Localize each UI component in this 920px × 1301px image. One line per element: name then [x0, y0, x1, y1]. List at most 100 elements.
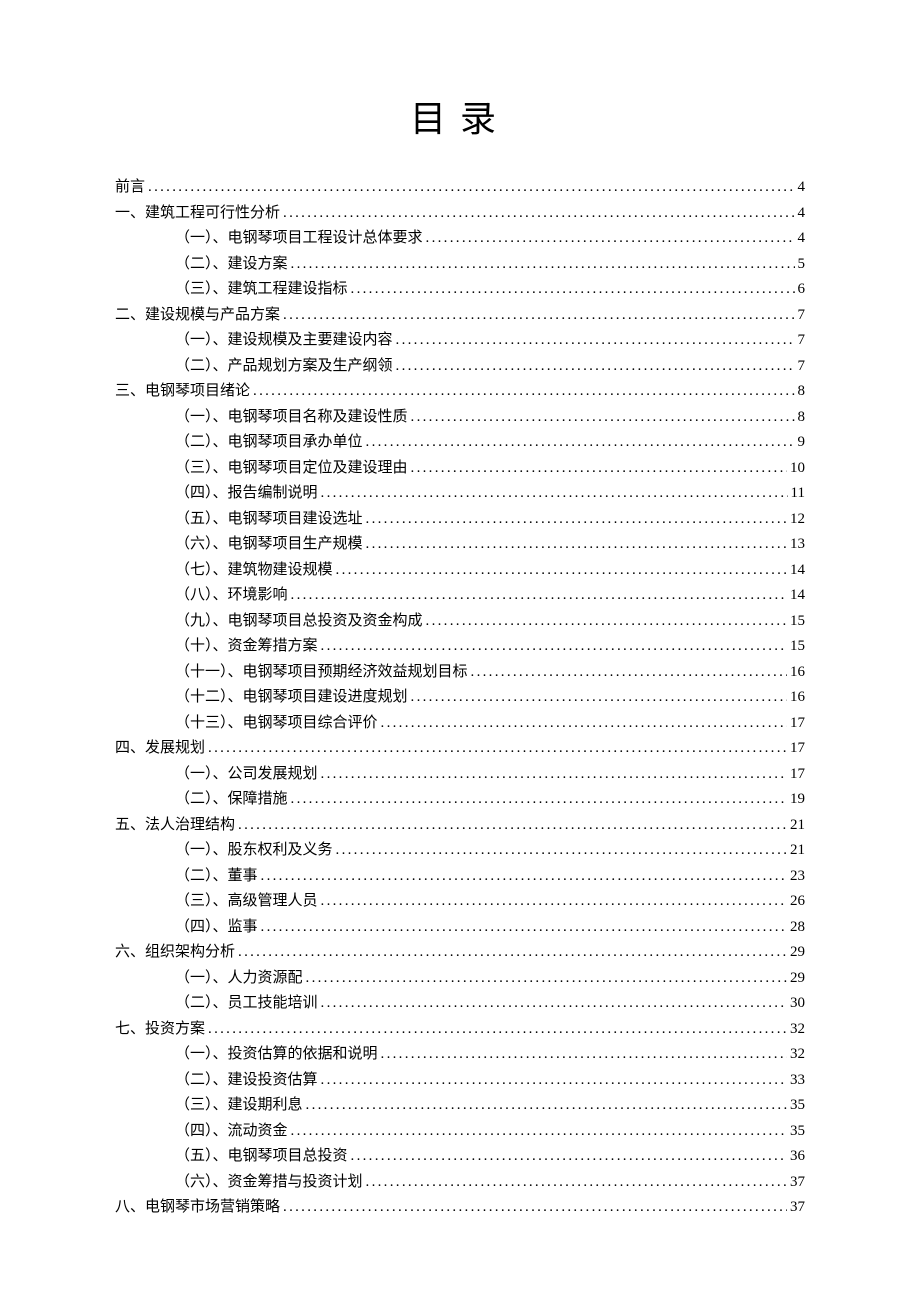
toc-entry: （六）、资金筹措与投资计划37 — [115, 1175, 805, 1190]
toc-entry-text: （四）、监事 — [175, 920, 258, 935]
toc-entry-text: 前言 — [115, 180, 145, 195]
toc-entry-page: 7 — [798, 308, 806, 323]
toc-entry: （二）、建设投资估算33 — [115, 1073, 805, 1088]
toc-leader-dots — [396, 333, 795, 348]
toc-entry: 四、发展规划17 — [115, 741, 805, 756]
toc-entry-page: 4 — [798, 231, 806, 246]
toc-entry-text: （三）、电钢琴项目定位及建设理由 — [175, 461, 408, 476]
toc-leader-dots — [148, 180, 794, 195]
toc-entry: 五、法人治理结构21 — [115, 818, 805, 833]
toc-entry-text: （十三）、电钢琴项目综合评价 — [175, 716, 378, 731]
toc-leader-dots — [321, 996, 787, 1011]
toc-entry-text: 四、发展规划 — [115, 741, 205, 756]
toc-leader-dots — [261, 869, 787, 884]
toc-leader-dots — [411, 690, 787, 705]
toc-leader-dots — [283, 206, 794, 221]
toc-leader-dots — [238, 818, 787, 833]
toc-entry-page: 12 — [790, 512, 805, 527]
toc-entry: （三）、建设期利息 35 — [115, 1098, 805, 1113]
toc-entry-text: 一、建筑工程可行性分析 — [115, 206, 280, 221]
toc-entry: （十）、资金筹措方案 15 — [115, 639, 805, 654]
toc-leader-dots — [238, 945, 787, 960]
page-title: 目录 — [115, 90, 805, 142]
toc-entry-page: 21 — [790, 818, 805, 833]
toc-entry-text: （十）、资金筹措方案 — [175, 639, 318, 654]
toc-entry-text: （一）、投资估算的依据和说明 — [175, 1047, 378, 1062]
toc-entry-text: （二）、产品规划方案及生产纲领 — [175, 359, 393, 374]
toc-entry-page: 26 — [790, 894, 805, 909]
toc-entry: 六、组织架构分析 29 — [115, 945, 805, 960]
toc-entry: （一）、电钢琴项目名称及建设性质 8 — [115, 410, 805, 425]
toc-entry-text: 六、组织架构分析 — [115, 945, 235, 960]
toc-entry-text: 三、电钢琴项目绪论 — [115, 384, 250, 399]
toc-entry-page: 4 — [798, 180, 806, 195]
toc-leader-dots — [208, 741, 787, 756]
toc-entry-page: 29 — [790, 945, 805, 960]
toc-entry: （四）、监事28 — [115, 920, 805, 935]
toc-entry-text: （一）、电钢琴项目工程设计总体要求 — [175, 231, 423, 246]
toc-entry-text: （一）、电钢琴项目名称及建设性质 — [175, 410, 408, 425]
toc-entry: 前言 4 — [115, 180, 805, 195]
toc-entry: （四）、流动资金35 — [115, 1124, 805, 1139]
toc-leader-dots — [253, 384, 794, 399]
toc-entry-text: （五）、电钢琴项目总投资 — [175, 1149, 348, 1164]
toc-entry-page: 11 — [791, 486, 805, 501]
toc-entry: （一）、投资估算的依据和说明32 — [115, 1047, 805, 1062]
toc-entry-text: （二）、建设方案 — [175, 257, 288, 272]
toc-entry: 三、电钢琴项目绪论8 — [115, 384, 805, 399]
toc-entry-text: （一）、公司发展规划 — [175, 767, 318, 782]
toc-leader-dots — [306, 971, 787, 986]
toc-entry: 八、电钢琴市场营销策略37 — [115, 1200, 805, 1215]
toc-entry-text: （三）、建筑工程建设指标 — [175, 282, 348, 297]
toc-entry-page: 13 — [790, 537, 805, 552]
toc-entry-text: （三）、建设期利息 — [175, 1098, 303, 1113]
toc-entry-page: 35 — [790, 1098, 805, 1113]
toc-leader-dots — [321, 767, 787, 782]
toc-entry-text: （十一）、电钢琴项目预期经济效益规划目标 — [175, 665, 468, 680]
toc-entry-page: 21 — [790, 843, 805, 858]
toc-entry: （三）、建筑工程建设指标6 — [115, 282, 805, 297]
toc-entry-text: （十二）、电钢琴项目建设进度规划 — [175, 690, 408, 705]
toc-leader-dots — [291, 588, 787, 603]
toc-entry: （一）、人力资源配29 — [115, 971, 805, 986]
toc-entry: （九）、电钢琴项目总投资及资金构成15 — [115, 614, 805, 629]
toc-entry-page: 7 — [798, 359, 806, 374]
toc-entry-page: 35 — [790, 1124, 805, 1139]
toc-leader-dots — [411, 410, 795, 425]
toc-entry-page: 5 — [798, 257, 806, 272]
toc-entry-page: 14 — [790, 563, 805, 578]
toc-entry: （二）、员工技能培训30 — [115, 996, 805, 1011]
toc-entry-page: 15 — [790, 639, 805, 654]
toc-entry-text: 七、投资方案 — [115, 1022, 205, 1037]
toc-entry-page: 36 — [790, 1149, 805, 1164]
toc-entry-page: 4 — [798, 206, 806, 221]
toc-entry: （十一）、电钢琴项目预期经济效益规划目标16 — [115, 665, 805, 680]
toc-entry-text: （一）、股东权利及义务 — [175, 843, 333, 858]
toc-entry-text: （八）、环境影响 — [175, 588, 288, 603]
toc-entry-page: 9 — [798, 435, 806, 450]
toc-leader-dots — [426, 614, 787, 629]
toc-entry: （二）、董事23 — [115, 869, 805, 884]
toc-entry-page: 8 — [798, 410, 806, 425]
toc-entry: （一）、公司发展规划17 — [115, 767, 805, 782]
toc-entry: （二）、产品规划方案及生产纲领 7 — [115, 359, 805, 374]
toc-entry: （一）、建设规模及主要建设内容7 — [115, 333, 805, 348]
toc-entry-text: （二）、董事 — [175, 869, 258, 884]
toc-leader-dots — [411, 461, 787, 476]
toc-leader-dots — [261, 920, 787, 935]
toc-entry: （三）、高级管理人员 26 — [115, 894, 805, 909]
toc-leader-dots — [351, 282, 795, 297]
toc-entry: （一）、股东权利及义务 21 — [115, 843, 805, 858]
toc-leader-dots — [321, 486, 788, 501]
toc-entry-text: （七）、建筑物建设规模 — [175, 563, 333, 578]
toc-entry: （五）、电钢琴项目总投资 36 — [115, 1149, 805, 1164]
toc-entry-page: 7 — [798, 333, 806, 348]
toc-entry-page: 37 — [790, 1200, 805, 1215]
toc-entry-text: （九）、电钢琴项目总投资及资金构成 — [175, 614, 423, 629]
toc-entry-text: （三）、高级管理人员 — [175, 894, 318, 909]
toc-entry: （四）、报告编制说明11 — [115, 486, 805, 501]
toc-leader-dots — [336, 843, 787, 858]
toc-leader-dots — [366, 1175, 787, 1190]
toc-entry-text: （二）、建设投资估算 — [175, 1073, 318, 1088]
toc-leader-dots — [306, 1098, 787, 1113]
